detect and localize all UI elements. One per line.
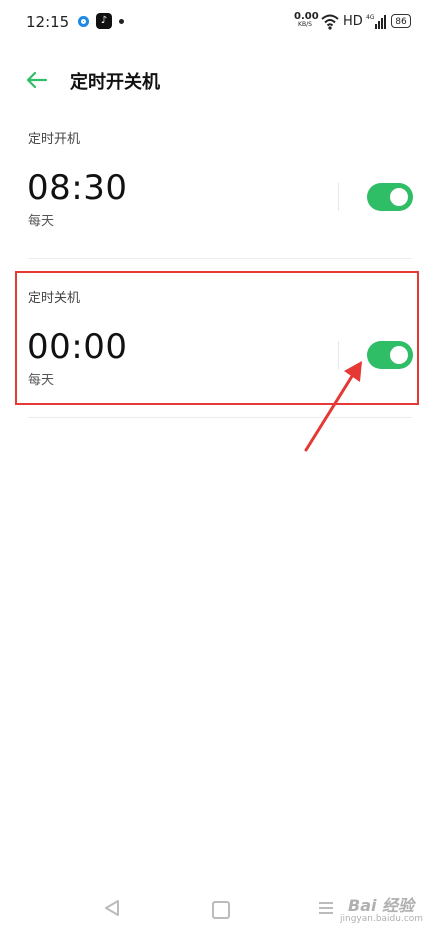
page-header: 定时开关机 bbox=[0, 56, 439, 104]
power-on-time[interactable]: 08:30 bbox=[27, 168, 127, 208]
watermark-brand: Bai 经验 bbox=[348, 896, 415, 915]
hd-voice-label: HD bbox=[343, 14, 363, 29]
network-speed-unit: KB/S bbox=[298, 21, 312, 28]
watermark-url: jingyan.baidu.com bbox=[340, 914, 424, 924]
annotation-arrow-icon bbox=[304, 361, 362, 452]
power-on-toggle[interactable] bbox=[367, 183, 413, 211]
signal-network-type: 4G bbox=[366, 14, 375, 21]
status-bar: 12:15 ♪ 0.00 KB/S HD 4G 86 bbox=[0, 0, 439, 44]
nav-menu-icon[interactable] bbox=[318, 900, 334, 916]
more-notifications-dot-icon bbox=[119, 19, 124, 24]
wifi-icon bbox=[321, 14, 339, 30]
baidu-watermark: Bai 经验 jingyan.baidu.com bbox=[340, 892, 439, 932]
section-divider bbox=[28, 258, 412, 259]
battery-indicator: 86 bbox=[391, 14, 411, 28]
power-on-repeat: 每天 bbox=[28, 214, 55, 229]
cellular-signal-icon: 4G bbox=[366, 14, 386, 29]
status-time: 12:15 bbox=[26, 13, 70, 31]
network-speed: 0.00 KB/S bbox=[294, 12, 319, 28]
system-navigation-bar: Bai 经验 jingyan.baidu.com bbox=[0, 882, 439, 929]
back-arrow-icon[interactable] bbox=[24, 67, 50, 93]
nav-back-icon[interactable] bbox=[104, 899, 120, 917]
nav-home-icon[interactable] bbox=[212, 901, 230, 919]
row-divider bbox=[338, 183, 339, 211]
toggle-knob bbox=[390, 188, 408, 206]
page-title: 定时开关机 bbox=[70, 72, 160, 93]
power-on-section-label: 定时开机 bbox=[28, 132, 81, 147]
tiktok-notification-icon: ♪ bbox=[96, 13, 112, 29]
notification-app-icon bbox=[78, 16, 89, 27]
